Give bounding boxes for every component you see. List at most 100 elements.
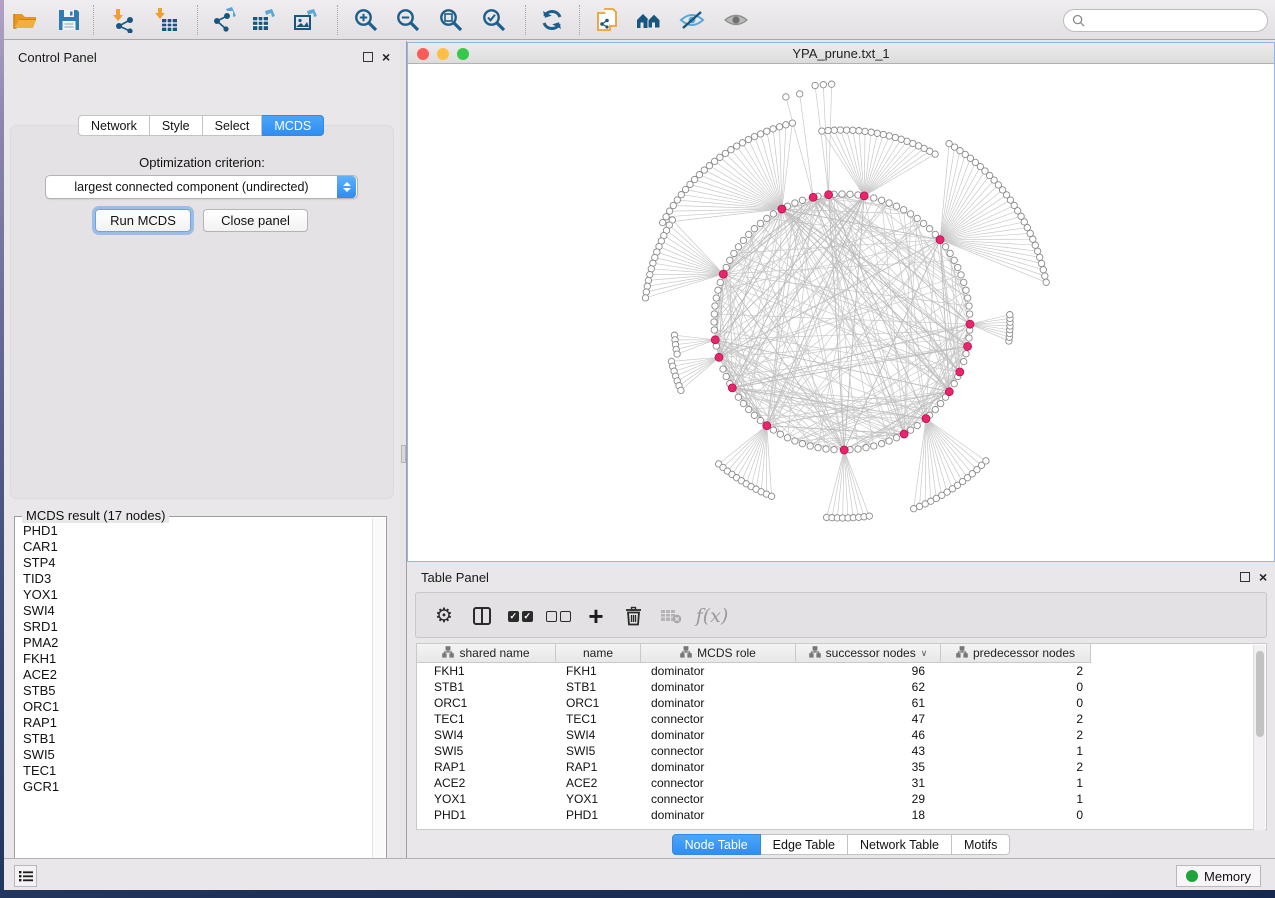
import-network-icon[interactable] bbox=[111, 7, 137, 33]
graph-node[interactable] bbox=[757, 417, 763, 423]
tab-network-table[interactable]: Network Table bbox=[848, 834, 952, 855]
table-row-ACE2[interactable]: ACE2ACE2connector311 bbox=[417, 775, 1091, 791]
mcds-hub-node[interactable] bbox=[964, 342, 972, 350]
mcds-hub-node[interactable] bbox=[922, 415, 930, 423]
mcds-result-item[interactable]: TID3 bbox=[23, 571, 59, 587]
graph-leaf-node[interactable] bbox=[866, 513, 872, 519]
graph-node[interactable] bbox=[901, 207, 907, 213]
table-row-STB1[interactable]: STB1STB1dominator620 bbox=[417, 679, 1091, 695]
column-header-predecessor-nodes[interactable]: predecessor nodes bbox=[941, 644, 1091, 663]
graph-node[interactable] bbox=[961, 279, 967, 285]
table-row-PHD1[interactable]: PHD1PHD1dominator180 bbox=[417, 807, 1091, 823]
graph-node[interactable] bbox=[961, 358, 967, 364]
graph-leaf-node[interactable] bbox=[797, 91, 803, 97]
float-panel-icon[interactable] bbox=[363, 52, 373, 62]
graph-node[interactable] bbox=[942, 244, 948, 250]
graph-leaf-node[interactable] bbox=[874, 130, 880, 136]
table-row-RAP1[interactable]: RAP1RAP1dominator352 bbox=[417, 759, 1091, 775]
column-header-successor-nodes[interactable]: successor nodes∨ bbox=[796, 644, 941, 663]
memory-button[interactable]: Memory bbox=[1176, 865, 1261, 887]
export-network-icon[interactable] bbox=[211, 7, 237, 33]
graph-leaf-node[interactable] bbox=[670, 202, 676, 208]
graph-leaf-node[interactable] bbox=[666, 208, 672, 214]
graph-leaf-node[interactable] bbox=[828, 81, 834, 87]
graph-node[interactable] bbox=[932, 406, 938, 412]
column-header-shared-name[interactable]: shared name bbox=[417, 644, 556, 663]
graph-node[interactable] bbox=[855, 446, 861, 452]
network-canvas[interactable] bbox=[408, 64, 1274, 561]
mcds-result-scrollbar[interactable] bbox=[372, 518, 385, 877]
graph-node[interactable] bbox=[717, 279, 723, 285]
graph-leaf-node[interactable] bbox=[843, 127, 849, 133]
show-all-icon[interactable] bbox=[723, 7, 749, 33]
mcds-hub-node[interactable] bbox=[809, 193, 817, 201]
graph-leaf-node[interactable] bbox=[789, 120, 795, 126]
delete-columns-icon[interactable] bbox=[619, 602, 647, 630]
graph-node[interactable] bbox=[958, 272, 964, 278]
mcds-hub-node[interactable] bbox=[825, 191, 833, 199]
export-table-icon[interactable] bbox=[251, 7, 277, 33]
save-session-icon[interactable] bbox=[56, 7, 82, 33]
graph-leaf-node[interactable] bbox=[1032, 242, 1038, 248]
graph-node[interactable] bbox=[715, 287, 721, 293]
close-panel-button[interactable]: Close panel bbox=[203, 209, 308, 232]
mcds-hub-node[interactable] bbox=[945, 388, 953, 396]
settings-gear-icon[interactable]: ⚙ bbox=[430, 602, 458, 630]
graph-node[interactable] bbox=[723, 373, 729, 379]
graph-node[interactable] bbox=[937, 400, 943, 406]
graph-leaf-node[interactable] bbox=[674, 197, 680, 203]
mcds-hub-node[interactable] bbox=[715, 353, 723, 361]
panel-menu-button[interactable] bbox=[14, 865, 37, 887]
tab-edge-table[interactable]: Edge Table bbox=[761, 834, 848, 855]
graph-node[interactable] bbox=[735, 394, 741, 400]
mcds-result-item[interactable]: STB1 bbox=[23, 731, 59, 747]
graph-leaf-node[interactable] bbox=[850, 127, 856, 133]
graph-node[interactable] bbox=[871, 195, 877, 201]
graph-node[interactable] bbox=[764, 215, 770, 221]
graph-node[interactable] bbox=[878, 441, 884, 447]
graph-node[interactable] bbox=[770, 211, 776, 217]
graph-leaf-node[interactable] bbox=[776, 124, 782, 130]
graph-leaf-node[interactable] bbox=[820, 82, 826, 88]
graph-node[interactable] bbox=[727, 257, 733, 263]
zoom-selected-icon[interactable] bbox=[481, 7, 507, 33]
graph-node[interactable] bbox=[751, 412, 757, 418]
graph-leaf-node[interactable] bbox=[1038, 260, 1044, 266]
mcds-result-item[interactable]: TEC1 bbox=[23, 763, 59, 779]
table-row-SWI4[interactable]: SWI4SWI4dominator462 bbox=[417, 727, 1091, 743]
tab-motifs[interactable]: Motifs bbox=[952, 834, 1010, 855]
graph-leaf-node[interactable] bbox=[837, 127, 843, 133]
graph-leaf-node[interactable] bbox=[745, 136, 751, 142]
export-image-icon[interactable] bbox=[293, 7, 319, 33]
mcds-hub-node[interactable] bbox=[900, 430, 908, 438]
graph-node[interactable] bbox=[784, 435, 790, 441]
graph-node[interactable] bbox=[966, 303, 972, 309]
graph-leaf-node[interactable] bbox=[739, 140, 745, 146]
graph-node[interactable] bbox=[792, 200, 798, 206]
graph-node[interactable] bbox=[893, 435, 899, 441]
mcds-result-item[interactable]: RAP1 bbox=[23, 715, 59, 731]
mcds-hub-node[interactable] bbox=[711, 336, 719, 344]
graph-node[interactable] bbox=[967, 311, 973, 317]
graph-node[interactable] bbox=[713, 295, 719, 301]
graph-leaf-node[interactable] bbox=[1007, 312, 1013, 318]
graph-node[interactable] bbox=[907, 211, 913, 217]
graph-leaf-node[interactable] bbox=[644, 283, 650, 289]
graph-node[interactable] bbox=[735, 244, 741, 250]
graph-leaf-node[interactable] bbox=[751, 133, 757, 139]
graph-node[interactable] bbox=[807, 443, 813, 449]
graph-node[interactable] bbox=[711, 319, 717, 325]
mcds-result-item[interactable]: STB5 bbox=[23, 683, 59, 699]
mcds-result-item[interactable]: PMA2 bbox=[23, 635, 59, 651]
graph-node[interactable] bbox=[740, 237, 746, 243]
graph-leaf-node[interactable] bbox=[983, 458, 989, 464]
graph-node[interactable] bbox=[711, 327, 717, 333]
graph-leaf-node[interactable] bbox=[783, 94, 789, 100]
float-table-panel-icon[interactable] bbox=[1240, 572, 1250, 582]
graph-leaf-node[interactable] bbox=[868, 129, 874, 135]
graph-leaf-node[interactable] bbox=[764, 128, 770, 134]
graph-node[interactable] bbox=[792, 438, 798, 444]
zoom-out-icon[interactable] bbox=[395, 7, 421, 33]
graph-node[interactable] bbox=[723, 264, 729, 270]
tab-style[interactable]: Style bbox=[150, 115, 203, 136]
